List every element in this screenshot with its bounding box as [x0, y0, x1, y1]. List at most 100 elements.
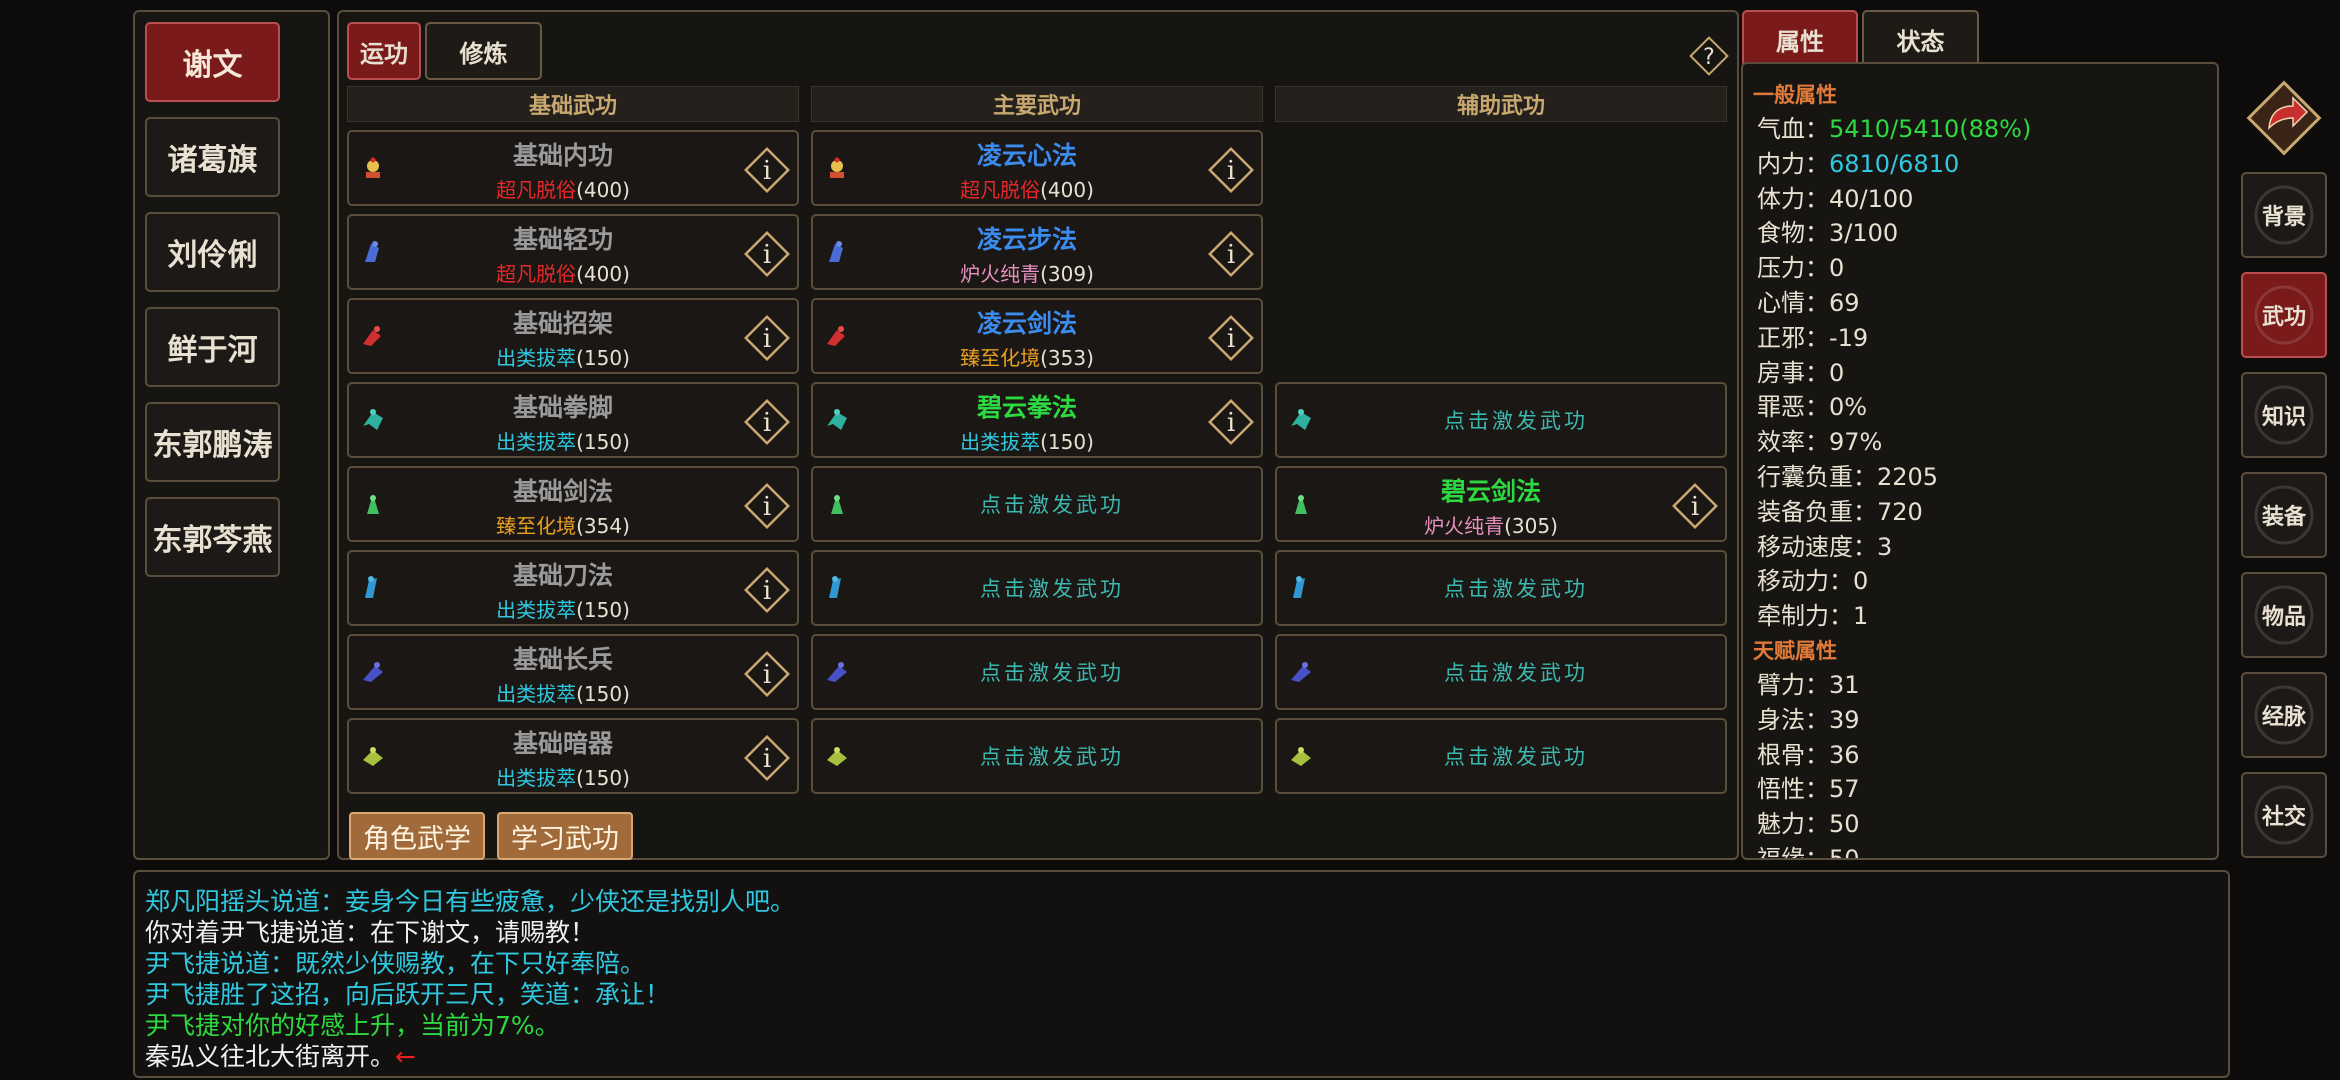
character-tab-6[interactable]: 东郭芩燕	[145, 497, 280, 577]
character-tab-4[interactable]: 鲜于河	[145, 307, 280, 387]
basic-skill-slot-jianfa[interactable]: 基础剑法 臻至化境(354) i	[347, 466, 799, 542]
skill-level-number: (305)	[1504, 514, 1558, 538]
info-icon[interactable]: i	[1205, 312, 1257, 364]
talent-attributes-title: 天赋属性	[1753, 638, 1837, 663]
skill-level: 出类拔萃	[496, 682, 577, 706]
nav-martial-arts[interactable]: 武功	[2241, 272, 2327, 358]
column-header-aux: 辅助武功	[1275, 86, 1727, 122]
basic-skill-slot-qinggong[interactable]: 基础轻功 超凡脱俗(400) i	[347, 214, 799, 290]
info-icon[interactable]: i	[741, 648, 793, 700]
aux-skill-slot-daofa-empty[interactable]: 点击激发武功	[1275, 550, 1727, 626]
skill-level-number: (150)	[1040, 430, 1094, 454]
inner-power-icon	[366, 157, 380, 178]
tab-xiulian[interactable]: 修炼	[425, 22, 542, 80]
nav-items[interactable]: 物品	[2241, 572, 2327, 658]
activate-skill-prompt: 点击激发武功	[1444, 409, 1588, 433]
basic-skill-slot-neigong[interactable]: 基础内功 超凡脱俗(400) i	[347, 130, 799, 206]
aux-skill-slot-quanjiao-empty[interactable]: 点击激发武功	[1275, 382, 1727, 458]
fist-skill-icon	[363, 409, 383, 430]
info-icon[interactable]: i	[741, 480, 793, 532]
character-tab-2[interactable]: 诸葛旗	[145, 117, 280, 197]
svg-text:i: i	[1227, 408, 1235, 438]
tab-attributes[interactable]: 属性	[1742, 10, 1858, 68]
main-skill-slot-zhaojia[interactable]: 凌云剑法 臻至化境(353) i	[811, 298, 1263, 374]
info-icon[interactable]: i	[1669, 480, 1721, 532]
basic-skill-slot-zhaojia[interactable]: 基础招架 出类拔萃(150) i	[347, 298, 799, 374]
basic-skill-slot-anqi[interactable]: 基础暗器 出类拔萃(150) i	[347, 718, 799, 794]
info-icon[interactable]: i	[741, 144, 793, 196]
emblem-icon	[2254, 485, 2314, 545]
activate-skill-prompt: 点击激发武功	[980, 493, 1124, 517]
main-skill-slot-jianfa-empty[interactable]: 点击激发武功	[811, 466, 1263, 542]
info-icon[interactable]: i	[741, 564, 793, 616]
red-arrow-icon: ←	[395, 1042, 416, 1071]
svg-text:?: ?	[1703, 45, 1715, 70]
attr-row-fangshi: 房事：0	[1757, 358, 1845, 387]
skill-level-number: (150)	[576, 346, 630, 370]
svg-text:i: i	[763, 408, 771, 438]
lightness-skill-icon	[829, 241, 843, 262]
fist-skill-icon	[827, 409, 847, 430]
skill-level: 出类拔萃	[960, 430, 1041, 454]
column-header-main: 主要武功	[811, 86, 1263, 122]
nav-meridians[interactable]: 经脉	[2241, 672, 2327, 758]
emblem-icon	[2254, 585, 2314, 645]
svg-text:i: i	[1691, 492, 1699, 522]
character-tab-3[interactable]: 刘伶俐	[145, 212, 280, 292]
info-icon[interactable]: i	[741, 228, 793, 280]
skill-level-number: (309)	[1040, 262, 1094, 286]
learn-martial-arts-button[interactable]: 学习武功	[497, 812, 633, 860]
nav-background[interactable]: 背景	[2241, 172, 2327, 258]
nav-knowledge[interactable]: 知识	[2241, 372, 2327, 458]
skill-level: 超凡脱俗	[960, 178, 1041, 202]
svg-text:i: i	[763, 744, 771, 774]
nav-equipment[interactable]: 装备	[2241, 472, 2327, 558]
info-icon[interactable]: i	[741, 396, 793, 448]
aux-skill-slot-anqi-empty[interactable]: 点击激发武功	[1275, 718, 1727, 794]
info-icon[interactable]: i	[1205, 144, 1257, 196]
column-header-basic: 基础武功	[347, 86, 799, 122]
help-icon[interactable]: ?	[1687, 34, 1731, 78]
info-icon[interactable]: i	[741, 732, 793, 784]
info-icon[interactable]: i	[741, 312, 793, 364]
aux-skill-slot-jianfa[interactable]: 碧云剑法 炉火纯青(305) i	[1275, 466, 1727, 542]
skill-level-number: (400)	[576, 262, 630, 286]
svg-text:i: i	[763, 660, 771, 690]
nav-social[interactable]: 社交	[2241, 772, 2327, 858]
skill-level-number: (150)	[576, 766, 630, 790]
blade-skill-icon	[365, 576, 377, 598]
main-skill-slot-qinggong[interactable]: 凌云步法 炉火纯青(309) i	[811, 214, 1263, 290]
main-skill-slot-daofa-empty[interactable]: 点击激发武功	[811, 550, 1263, 626]
main-skill-slot-changbing-empty[interactable]: 点击激发武功	[811, 634, 1263, 710]
info-icon[interactable]: i	[1205, 228, 1257, 280]
skill-level-number: (150)	[576, 430, 630, 454]
skill-level: 炉火纯青	[960, 262, 1041, 286]
activate-skill-prompt: 点击激发武功	[980, 577, 1124, 601]
main-skill-slot-quanjiao[interactable]: 碧云拳法 出类拔萃(150) i	[811, 382, 1263, 458]
main-skill-slot-anqi-empty[interactable]: 点击激发武功	[811, 718, 1263, 794]
attr-row-mood: 心情：69	[1757, 288, 1860, 317]
svg-text:i: i	[763, 240, 771, 270]
basic-skill-slot-quanjiao[interactable]: 基础拳脚 出类拔萃(150) i	[347, 382, 799, 458]
character-tab-5[interactable]: 东郭鹏涛	[145, 402, 280, 482]
basic-skill-slot-changbing[interactable]: 基础长兵 出类拔萃(150) i	[347, 634, 799, 710]
aux-skill-slot-changbing-empty[interactable]: 点击激发武功	[1275, 634, 1727, 710]
activate-skill-prompt: 点击激发武功	[1444, 745, 1588, 769]
attr-row-pressure: 压力：0	[1757, 254, 1845, 283]
character-tab-1[interactable]: 谢文	[145, 22, 280, 102]
svg-text:i: i	[763, 576, 771, 606]
activate-skill-prompt: 点击激发武功	[1444, 577, 1588, 601]
back-arrow-icon[interactable]	[2241, 70, 2327, 166]
hidden-weapon-skill-icon	[827, 747, 847, 766]
basic-skill-slot-daofa[interactable]: 基础刀法 出类拔萃(150) i	[347, 550, 799, 626]
lightness-skill-icon	[365, 241, 379, 262]
info-icon[interactable]: i	[1205, 396, 1257, 448]
main-skill-slot-neigong[interactable]: 凌云心法 超凡脱俗(400) i	[811, 130, 1263, 206]
skill-level-number: (150)	[576, 598, 630, 622]
emblem-icon	[2254, 385, 2314, 445]
character-martial-arts-button[interactable]: 角色武学	[349, 812, 485, 860]
attribute-panel[interactable]: 一般属性 气血：5410/5410(88%) 内力：6810/6810 体力：4…	[1741, 62, 2219, 860]
tab-status[interactable]: 状态	[1862, 10, 1979, 68]
tab-yungong[interactable]: 运功	[347, 22, 421, 80]
message-log[interactable]: 郑凡阳摇头说道：妾身今日有些疲惫，少侠还是找别人吧。 你对着尹飞捷说道：在下谢文…	[133, 870, 2230, 1078]
